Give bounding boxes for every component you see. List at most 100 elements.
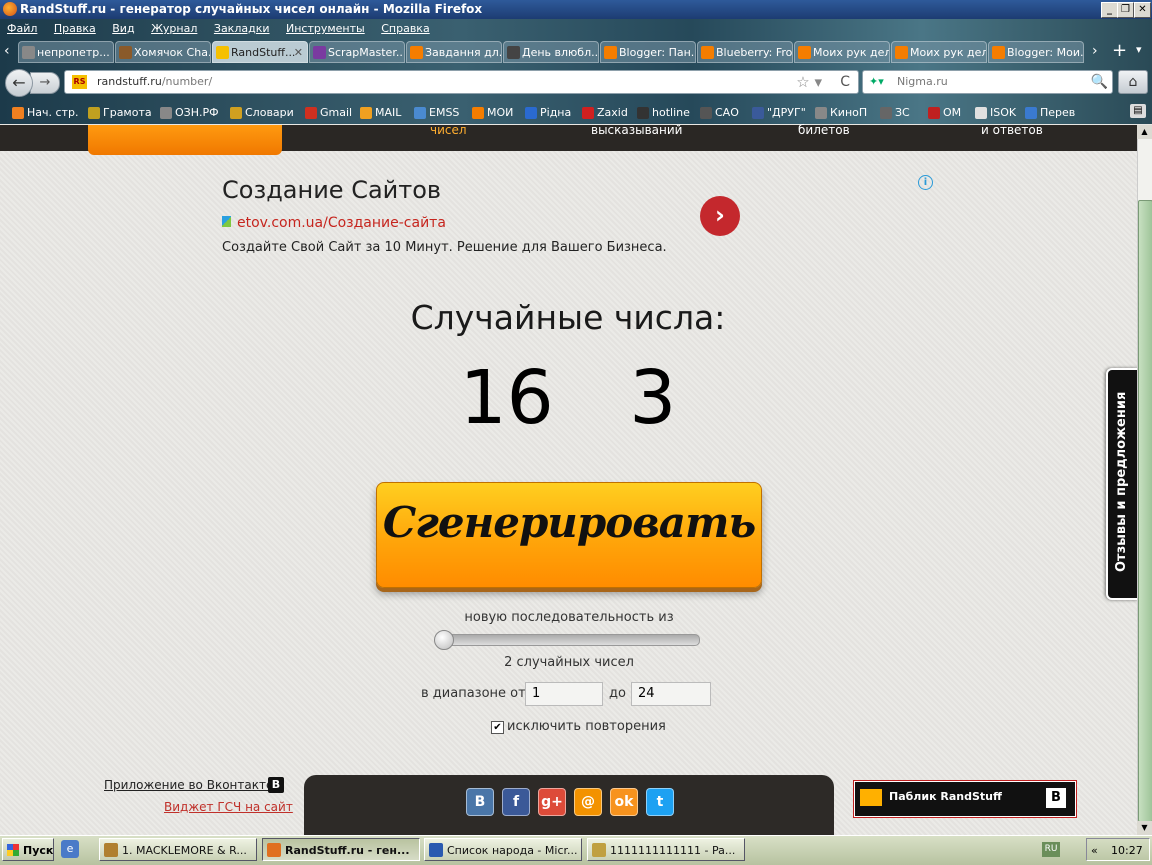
bookmark-item[interactable]: Zaxid [582,101,628,125]
bookmark-item[interactable]: MAIL [360,101,401,125]
browser-tab[interactable]: Моих рук дел... [891,41,987,63]
forward-button[interactable]: → [30,72,60,94]
start-button[interactable]: Пуск [2,838,54,861]
bookmark-item[interactable]: КиноП [815,101,867,125]
browser-tab[interactable]: ScrapMaster... [309,41,405,63]
menu-history[interactable]: Журнал [151,22,197,35]
bookmark-item[interactable]: EMSS [414,101,459,125]
browser-tab[interactable]: непропетр... [18,41,114,63]
exclude-repeats-checkbox[interactable]: ✔ [491,721,504,734]
ad-title[interactable]: Создание Сайтов [222,176,441,204]
vk-icon[interactable]: B [1046,788,1066,808]
vk-icon[interactable]: B [268,777,284,793]
bookmark-item[interactable]: САО [700,101,739,125]
mail-share-icon[interactable]: @ [574,788,602,816]
menu-file[interactable]: Файл [7,22,37,35]
vk-app-link[interactable]: Приложение во Вконтакте [104,778,273,792]
widget-link[interactable]: Виджет ГСЧ на сайт [164,800,293,814]
bookmark-icon [1025,107,1037,119]
language-indicator[interactable]: RU [1042,842,1060,857]
bookmark-item[interactable]: Нач. стр. [12,101,78,125]
browser-tab[interactable]: Blogger: Пан... [600,41,696,63]
minimize-button[interactable]: _ [1101,2,1118,18]
bookmark-item[interactable]: Gmail [305,101,352,125]
new-tab-icon[interactable]: + [1112,40,1127,61]
count-slider-track[interactable] [436,634,700,646]
home-button[interactable]: ⌂ [1118,70,1148,94]
taskbar-item[interactable]: RandStuff.ru - ген... [262,838,420,861]
exclude-repeats-label[interactable]: исключить повторения [507,719,666,734]
menu-tools[interactable]: Инструменты [286,22,365,35]
browser-tab[interactable]: RandStuff... ✕ [212,41,308,63]
restore-button[interactable]: ❐ [1117,2,1134,18]
tab-scroll-right-icon[interactable]: › [1092,43,1098,59]
active-nav-tab[interactable] [88,125,282,155]
generate-button-label[interactable]: Сгенерировать [376,498,762,547]
nav-link-numbers[interactable]: чисел [430,123,467,137]
tray-expand-icon[interactable]: « [1091,839,1098,862]
reload-icon[interactable]: C [840,71,850,93]
vk-share-icon[interactable]: B [466,788,494,816]
url-bar[interactable]: RS randstuff.ru/number/ ☆ ▾ C [64,70,859,94]
bookmark-item[interactable]: ОЗН.РФ [160,101,219,125]
browser-tab[interactable]: День влюбл... [503,41,599,63]
scrollbar-thumb[interactable] [1138,200,1152,822]
nav-link-answers[interactable]: и ответов [981,123,1043,137]
range-from-input[interactable] [525,682,603,706]
facebook-share-icon[interactable]: f [502,788,530,816]
print-icon[interactable]: ▤ [1130,104,1146,118]
tab-list-icon[interactable]: ▾ [1136,43,1142,56]
menu-help[interactable]: Справка [381,22,429,35]
twitter-share-icon[interactable]: t [646,788,674,816]
nav-link-quotes[interactable]: высказываний [591,123,682,137]
browser-tab[interactable]: Blueberry: Fro... [697,41,793,63]
search-input[interactable]: Nigma.ru [897,71,948,93]
bookmark-item[interactable]: ISOK [975,101,1016,125]
menu-bookmarks[interactable]: Закладки [214,22,270,35]
search-bar[interactable]: ✦▾ Nigma.ru 🔍 [862,70,1113,94]
taskbar-item[interactable]: Список народа - Micr... [424,838,582,861]
googleplus-share-icon[interactable]: g+ [538,788,566,816]
taskbar-item[interactable]: 1111111111111 - Pa... [587,838,745,861]
tab-scroll-left-icon[interactable]: ‹ [4,43,10,59]
public-randstuff-label[interactable]: Паблик RandStuff [889,790,1002,803]
nav-link-tickets[interactable]: билетов [798,123,850,137]
random-number: 3 [629,355,677,441]
bookmark-item[interactable]: Перев [1025,101,1075,125]
url-text[interactable]: randstuff.ru/number/ [97,71,212,93]
search-engine-icon[interactable]: ✦▾ [869,71,884,93]
scroll-down-icon[interactable]: ▼ [1137,821,1152,835]
menu-edit[interactable]: Правка [54,22,96,35]
close-window-button[interactable]: ✕ [1134,2,1151,18]
browser-tab[interactable]: Моих рук дел... [794,41,890,63]
bookmark-item[interactable]: Словари [230,101,294,125]
range-to-input[interactable] [631,682,711,706]
bookmark-item[interactable]: "ДРУГ" [752,101,806,125]
scroll-up-icon[interactable]: ▲ [1137,125,1152,139]
menu-view[interactable]: Вид [112,22,134,35]
bookmark-item[interactable]: МОИ [472,101,513,125]
browser-tab[interactable]: Хомячок Cha... [115,41,211,63]
bookmark-item[interactable]: ЗС [880,101,910,125]
feedback-tab-label[interactable]: Отзывы и предложения [1106,368,1137,596]
bookmark-star-icon[interactable]: ☆ ▾ [796,71,822,93]
url-domain: randstuff.ru [97,75,162,88]
ad-arrow-button[interactable]: › [700,196,740,236]
bookmark-item[interactable]: Рідна [525,101,571,125]
search-icon[interactable]: 🔍 [1091,71,1108,93]
bookmark-label: ISOK [990,106,1017,119]
back-button[interactable]: ← [5,69,33,97]
bookmark-item[interactable]: ОМ [928,101,961,125]
taskbar-item-label: Список народа - Micr... [447,844,578,857]
taskbar-item[interactable]: 1. MACKLEMORE & R... [99,838,257,861]
browser-tab[interactable]: Завдання дл... [406,41,502,63]
ie-quicklaunch-icon[interactable]: e [61,840,79,858]
ad-info-icon[interactable]: i [918,175,933,190]
ad-url[interactable]: etov.com.ua/Создание-сайта [222,215,446,231]
odnoklassniki-share-icon[interactable]: ok [610,788,638,816]
count-slider-handle[interactable] [434,630,454,650]
bookmark-item[interactable]: Грамота [88,101,152,125]
browser-tab[interactable]: Blogger: Мои... [988,41,1084,63]
bookmark-item[interactable]: hotline [637,101,690,125]
close-tab-icon[interactable]: ✕ [294,42,303,62]
